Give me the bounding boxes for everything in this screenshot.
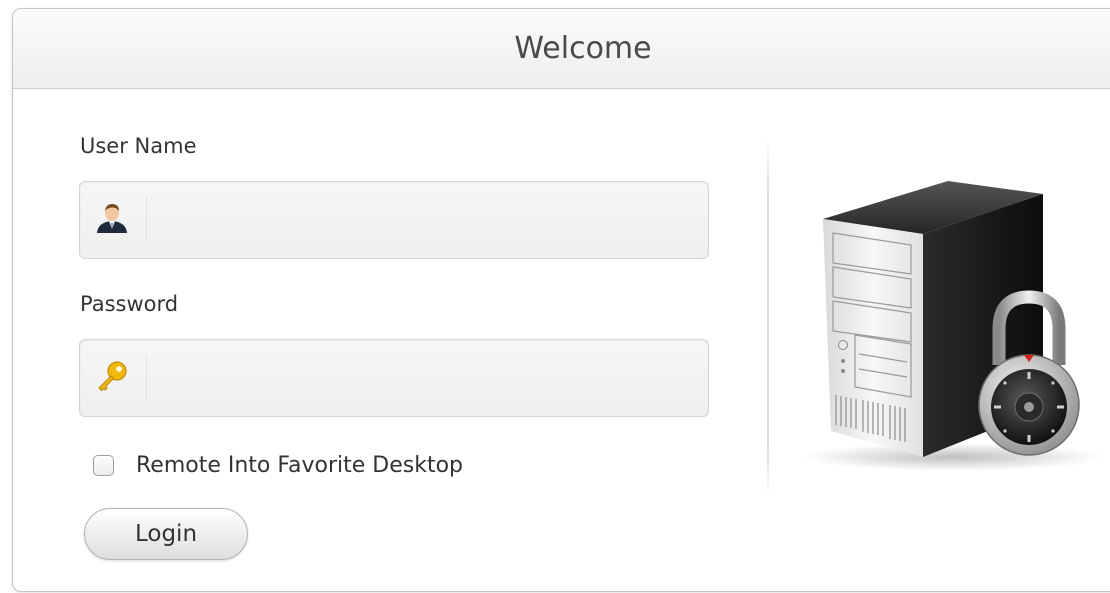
password-label: Password [80,292,179,316]
key-icon [98,361,127,391]
remote-desktop-checkbox[interactable] [93,455,114,476]
user-icon [97,204,127,233]
remote-desktop-checkbox-label[interactable]: Remote Into Favorite Desktop [136,453,463,478]
password-field[interactable] [79,339,709,417]
username-label: User Name [80,134,197,158]
login-button[interactable]: Login [84,508,248,560]
dialog-titlebar: Welcome [13,9,1110,89]
dialog-title: Welcome [514,31,652,66]
username-icon-divider [146,197,147,243]
username-field[interactable] [79,181,709,259]
column-divider [767,139,769,499]
password-input[interactable] [154,354,698,402]
username-input[interactable] [154,196,698,244]
locked-server-icon [803,181,1103,471]
login-dialog: Welcome User Name Password Remote Into F… [12,8,1110,592]
password-icon-divider [146,355,147,401]
